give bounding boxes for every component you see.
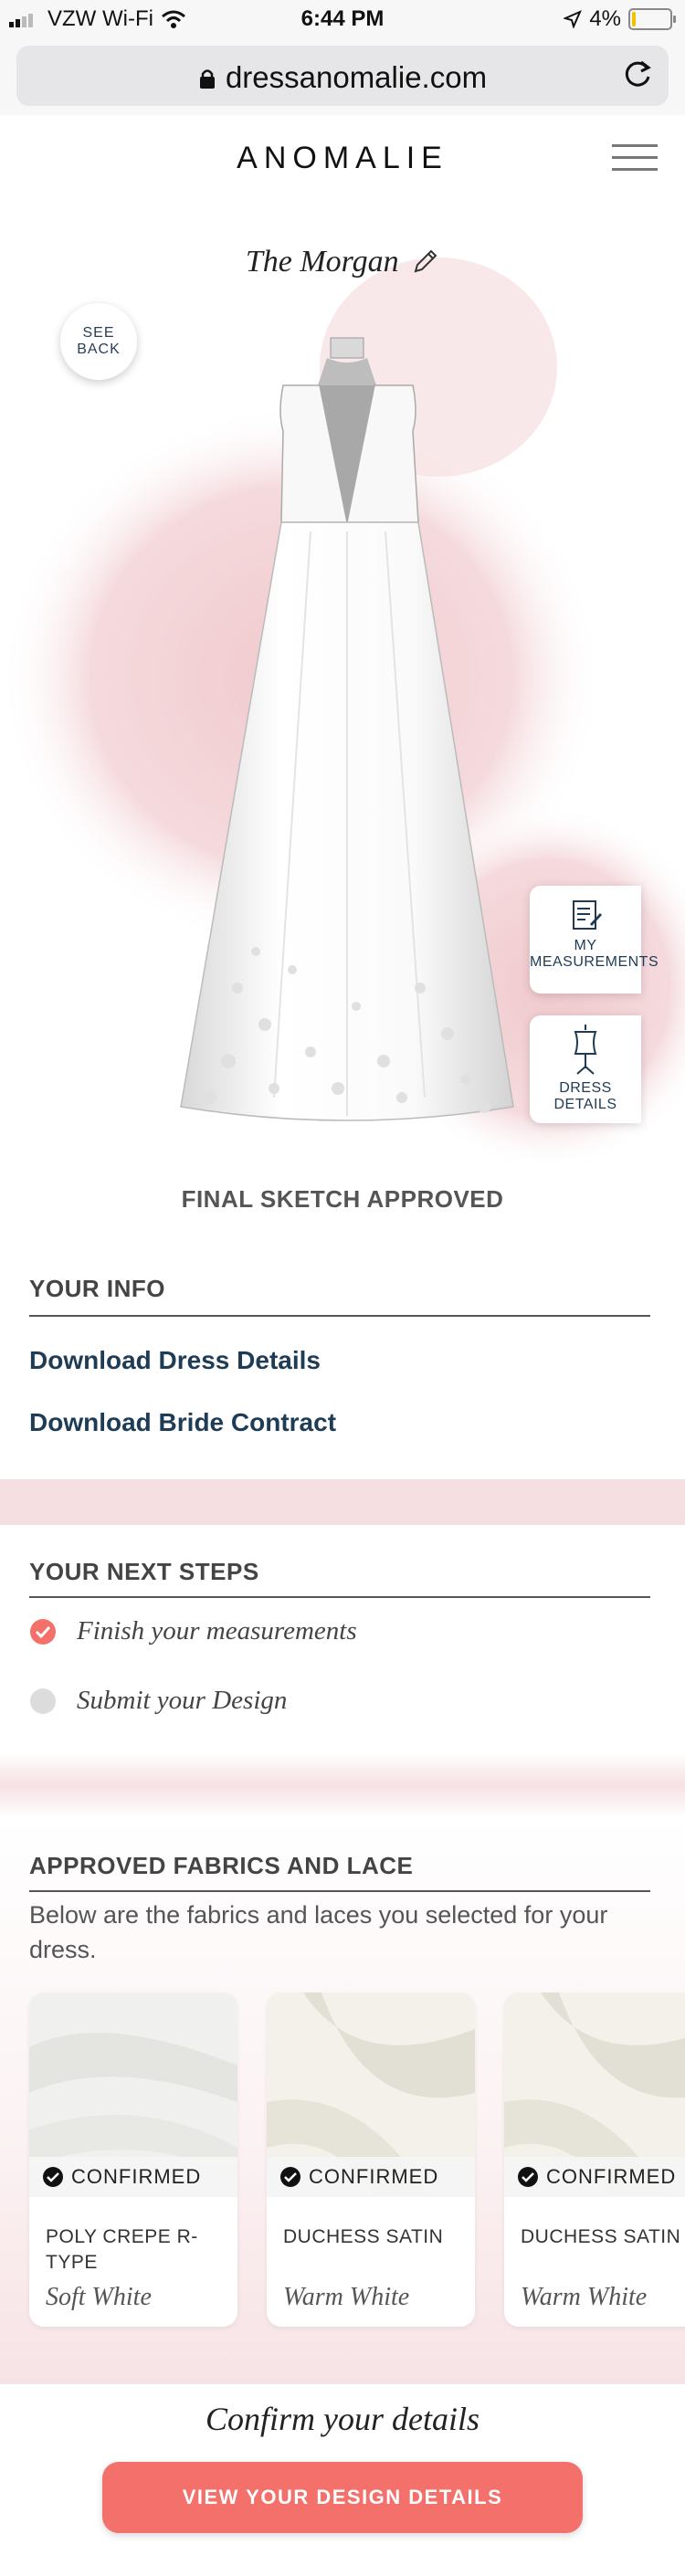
view-design-details-button[interactable]: VIEW YOUR DESIGN DETAILS xyxy=(102,2462,583,2533)
fabric-card-3[interactable]: CONFIRMED DUCHESS SATIN Warm White xyxy=(504,1992,685,2327)
download-bride-contract-link[interactable]: Download Bride Contract xyxy=(29,1408,336,1437)
fabric-name: POLY CREPE R-TYPE xyxy=(46,2226,198,2273)
confirmed-label: CONFIRMED xyxy=(71,2165,202,2188)
confirm-heading: Confirm your details xyxy=(205,2401,480,2437)
status-bar: VZW Wi-Fi 6:44 PM 4% xyxy=(0,0,685,40)
your-info-title: YOUR INFO xyxy=(29,1275,165,1302)
url-text: dressanomalie.com xyxy=(225,60,488,94)
pencil-icon[interactable] xyxy=(412,247,439,275)
fabric-name: DUCHESS SATIN xyxy=(283,2226,444,2247)
fabric-name: DUCHESS SATIN xyxy=(521,2226,681,2247)
fabrics-section: APPROVED FABRICS AND LACE Below are the … xyxy=(0,1817,685,2383)
confirmed-label: CONFIRMED xyxy=(546,2165,677,2188)
fabric-card-2[interactable]: CONFIRMED DUCHESS SATIN Warm White xyxy=(267,1992,475,2327)
dress-preview: The Morgan SEE BACK MY MEASUREMENTS DRES… xyxy=(0,203,685,1244)
dress-title: The Morgan xyxy=(0,245,685,279)
step-label-measurements: Finish your measurements xyxy=(77,1616,357,1645)
dress-name: The Morgan xyxy=(245,245,399,279)
fabrics-description: Below are the fabrics and laces you sele… xyxy=(29,1901,608,1963)
confirmed-label: CONFIRMED xyxy=(309,2165,439,2188)
browser-toolbar: dressanomalie.com xyxy=(0,40,685,116)
address-bar[interactable]: dressanomalie.com xyxy=(16,46,669,106)
watercolor-band-2 xyxy=(0,1753,685,1817)
your-info-section: YOUR INFO Download Dress Details Downloa… xyxy=(0,1244,685,1479)
sketch-status: FINAL SKETCH APPROVED xyxy=(181,1185,504,1213)
measurements-label-2: MEASUREMENTS xyxy=(530,954,659,970)
measurements-icon xyxy=(573,900,602,930)
download-dress-details-link[interactable]: Download Dress Details xyxy=(29,1346,321,1375)
fabric-color: Warm White xyxy=(521,2283,648,2311)
see-back-button[interactable]: SEE BACK xyxy=(60,303,137,380)
fabrics-divider xyxy=(29,1890,650,1892)
step-item-submit[interactable]: Submit your Design xyxy=(29,1686,287,1716)
confirmed-badge: CONFIRMED xyxy=(267,2157,475,2197)
status-right: 4% xyxy=(564,6,676,32)
fabric-color: Soft White xyxy=(46,2283,152,2311)
fabrics-title: APPROVED FABRICS AND LACE xyxy=(29,1852,414,1879)
check-circle-icon xyxy=(43,2167,63,2187)
reload-icon[interactable] xyxy=(621,58,654,91)
step-label-submit: Submit your Design xyxy=(77,1686,288,1715)
see-back-line1: SEE xyxy=(82,325,115,341)
my-measurements-button[interactable]: MY MEASUREMENTS xyxy=(530,886,659,994)
lock-icon xyxy=(199,69,215,89)
fabric-card-1[interactable]: CONFIRMED POLY CREPE R-TYPE Soft White xyxy=(29,1992,237,2327)
see-back-line2: BACK xyxy=(77,342,121,357)
check-circle-icon xyxy=(280,2167,300,2187)
battery-icon xyxy=(628,8,676,30)
step-item-measurements[interactable]: Finish your measurements xyxy=(29,1616,357,1646)
brand-logo[interactable]: ANOMALIE xyxy=(0,141,685,176)
url-field[interactable]: dressanomalie.com xyxy=(16,60,669,95)
fabric-color: Warm White xyxy=(283,2283,410,2311)
next-steps-divider xyxy=(29,1596,650,1598)
confirmed-badge: CONFIRMED xyxy=(504,2157,685,2197)
check-circle-icon xyxy=(518,2167,538,2187)
next-steps-section: YOUR NEXT STEPS Finish your measurements… xyxy=(0,1525,685,1753)
measurements-label-1: MY xyxy=(574,938,597,953)
next-steps-title: YOUR NEXT STEPS xyxy=(29,1558,259,1585)
confirmed-badge: CONFIRMED xyxy=(29,2157,237,2197)
empty-circle-icon xyxy=(30,1688,56,1714)
watercolor-band xyxy=(0,1479,685,1525)
check-circle-icon xyxy=(30,1618,56,1645)
dress-form-icon xyxy=(574,1025,597,1075)
site-header: ANOMALIE xyxy=(0,115,685,204)
dress-sketch xyxy=(180,337,514,1121)
battery-percent: 4% xyxy=(589,6,621,31)
hamburger-icon[interactable] xyxy=(612,144,658,173)
your-info-divider xyxy=(29,1315,650,1317)
dress-details-label: DRESS DETAILS xyxy=(553,1080,617,1112)
dress-details-button[interactable]: DRESS DETAILS xyxy=(530,1015,641,1123)
location-icon xyxy=(564,10,583,28)
